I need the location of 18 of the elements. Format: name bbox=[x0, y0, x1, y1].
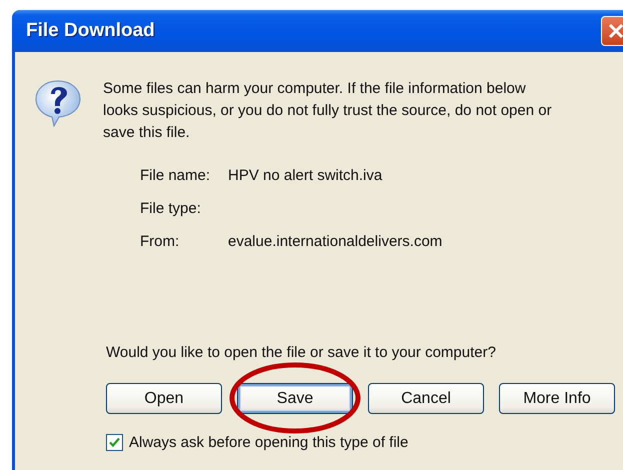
question-icon bbox=[33, 78, 83, 128]
check-icon bbox=[109, 437, 120, 448]
close-button[interactable] bbox=[601, 16, 623, 46]
detail-value: HPV no alert switch.iva bbox=[228, 166, 384, 186]
dialog-button[interactable]: Cancel bbox=[368, 383, 484, 414]
window-title: File Download bbox=[26, 20, 155, 42]
checkbox-label: Always ask before opening this type of file bbox=[129, 434, 408, 451]
dialog-button[interactable]: Open bbox=[106, 383, 222, 414]
checkbox[interactable] bbox=[106, 434, 123, 451]
dialog-button[interactable]: Save bbox=[237, 383, 353, 414]
detail-value: evalue.internationaldelivers.com bbox=[228, 232, 444, 252]
detail-label: File name: bbox=[140, 166, 212, 186]
warning-message: Some files can harm your computer. If the file information below looks suspicious, or you do not fully trust the source, do not open or save this file. bbox=[103, 79, 553, 143]
close-icon bbox=[608, 23, 623, 39]
question-text: Would you like to open the file or save it to your computer? bbox=[106, 344, 497, 361]
dialog-button[interactable]: More Info bbox=[499, 383, 615, 414]
detail-label: From: bbox=[140, 232, 180, 252]
detail-label: File type: bbox=[140, 199, 202, 219]
